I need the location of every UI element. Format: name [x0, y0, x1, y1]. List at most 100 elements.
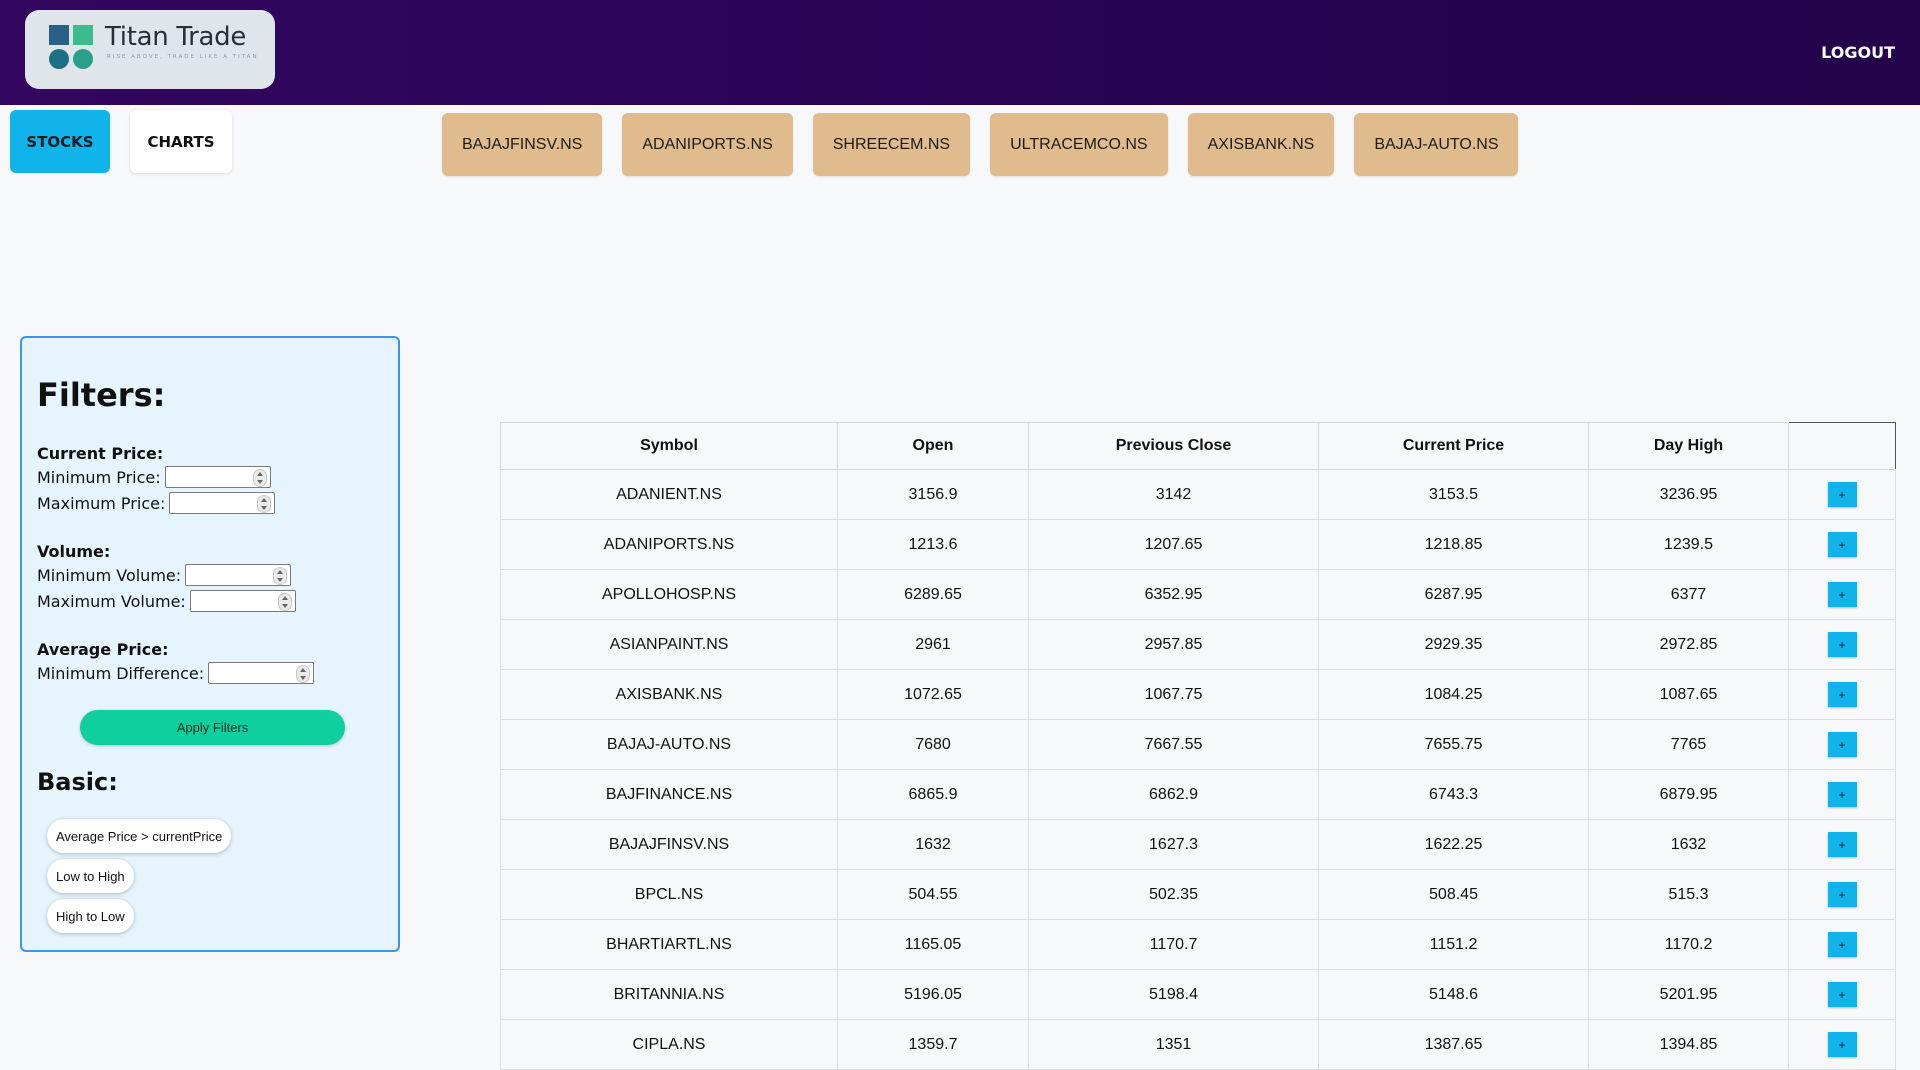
ticker-chip[interactable]: BAJAJFINSV.NS [442, 113, 603, 176]
cell-day-high: 6879.95 [1588, 769, 1789, 820]
ticker-chip[interactable]: ULTRACEMCO.NS [990, 113, 1168, 176]
min-volume-input[interactable] [185, 564, 292, 586]
cell-open: 1359.7 [837, 1019, 1029, 1070]
table-row[interactable]: BAJAJFINSV.NS 1632 1627.3 1622.25 1632 + [500, 819, 1896, 870]
cell-current-price: 3153.5 [1318, 469, 1589, 520]
stocks-table-wrapper: Symbol Open Previous Close Current Price… [500, 422, 1896, 1070]
cell-day-high: 2972.85 [1588, 619, 1789, 670]
cell-previous-close: 3142 [1028, 469, 1319, 520]
cell-symbol: BPCL.NS [500, 869, 838, 920]
cell-action: + [1788, 569, 1896, 620]
add-to-watchlist-button[interactable]: + [1827, 482, 1857, 507]
table-row[interactable]: BAJFINANCE.NS 6865.9 6862.9 6743.3 6879.95 + [500, 769, 1896, 820]
sort-avg-gt-current-button[interactable]: Average Price > currentPrice [47, 819, 232, 853]
spinner-icon[interactable] [257, 495, 272, 513]
cell-action: + [1788, 769, 1896, 820]
filters-title: Filters: [37, 376, 166, 414]
column-header-symbol[interactable]: Symbol [500, 422, 838, 470]
brand-name: Titan Trade [105, 22, 247, 52]
cell-symbol: BHARTIARTL.NS [500, 919, 838, 970]
table-row[interactable]: ASIANPAINT.NS 2961 2957.85 2929.35 2972.85 + [500, 619, 1896, 670]
table-row[interactable]: BPCL.NS 504.55 502.35 508.45 515.3 + [500, 869, 1896, 920]
min-volume-label: Minimum Volume: [37, 565, 182, 585]
cell-symbol: AXISBANK.NS [500, 669, 838, 720]
cell-current-price: 1218.85 [1318, 519, 1589, 570]
max-price-row: Maximum Price: [37, 492, 276, 514]
cell-previous-close: 1351 [1028, 1019, 1319, 1070]
cell-symbol: CIPLA.NS [500, 1019, 838, 1070]
table-row[interactable]: ADANIPORTS.NS 1213.6 1207.65 1218.85 1239.5 + [500, 519, 1896, 570]
cell-action: + [1788, 719, 1896, 770]
min-price-input[interactable] [164, 466, 271, 488]
tab-charts[interactable]: CHARTS [130, 110, 232, 173]
cell-symbol: BAJAJ-AUTO.NS [500, 719, 838, 770]
ticker-chip[interactable]: AXISBANK.NS [1187, 113, 1335, 176]
sort-high-to-low-button[interactable]: High to Low [47, 899, 134, 933]
sort-low-to-high-button[interactable]: Low to High [47, 859, 134, 893]
ticker-chip[interactable]: SHREECEM.NS [812, 113, 971, 176]
table-row[interactable]: BAJAJ-AUTO.NS 7680 7667.55 7655.75 7765 + [500, 719, 1896, 770]
cell-open: 1165.05 [837, 919, 1029, 970]
cell-current-price: 7655.75 [1318, 719, 1589, 770]
top-header: Titan Trade RISE ABOVE, TRADE LIKE A TIT… [0, 0, 1920, 105]
tab-stocks[interactable]: STOCKS [10, 110, 110, 173]
min-price-label: Minimum Price: [37, 467, 161, 487]
add-to-watchlist-button[interactable]: + [1827, 882, 1857, 907]
cell-action: + [1788, 669, 1896, 720]
add-to-watchlist-button[interactable]: + [1827, 982, 1857, 1007]
cell-open: 1213.6 [837, 519, 1029, 570]
cell-open: 1072.65 [837, 669, 1029, 720]
logout-button[interactable]: LOGOUT [1821, 43, 1895, 62]
cell-action: + [1788, 869, 1896, 920]
column-header-day-high[interactable]: Day High [1588, 422, 1789, 470]
spinner-icon[interactable] [273, 567, 288, 585]
cell-action: + [1788, 819, 1896, 870]
average-price-heading: Average Price: [37, 640, 169, 659]
add-to-watchlist-button[interactable]: + [1827, 682, 1857, 707]
ticker-chip-bar: BAJAJFINSV.NS ADANIPORTS.NS SHREECEM.NS … [442, 113, 1519, 176]
spinner-icon[interactable] [296, 665, 311, 683]
add-to-watchlist-button[interactable]: + [1827, 782, 1857, 807]
column-header-current-price[interactable]: Current Price [1318, 422, 1589, 470]
table-row[interactable]: AXISBANK.NS 1072.65 1067.75 1084.25 1087.65 + [500, 669, 1896, 720]
brand-logo[interactable]: Titan Trade RISE ABOVE, TRADE LIKE A TIT… [25, 10, 275, 89]
table-row[interactable]: ADANIENT.NS 3156.9 3142 3153.5 3236.95 + [500, 469, 1896, 520]
column-header-open[interactable]: Open [837, 422, 1029, 470]
table-row[interactable]: BRITANNIA.NS 5196.05 5198.4 5148.6 5201.95 + [500, 969, 1896, 1020]
max-volume-input[interactable] [189, 590, 296, 612]
table-row[interactable]: APOLLOHOSP.NS 6289.65 6352.95 6287.95 6377 + [500, 569, 1896, 620]
cell-open: 6289.65 [837, 569, 1029, 620]
cell-day-high: 3236.95 [1588, 469, 1789, 520]
ticker-chip[interactable]: ADANIPORTS.NS [622, 113, 793, 176]
apply-filters-button[interactable]: Apply Filters [80, 710, 345, 745]
add-to-watchlist-button[interactable]: + [1827, 732, 1857, 757]
add-to-watchlist-button[interactable]: + [1827, 932, 1857, 957]
add-to-watchlist-button[interactable]: + [1827, 832, 1857, 857]
max-price-label: Maximum Price: [37, 493, 166, 513]
max-volume-label: Maximum Volume: [37, 591, 186, 611]
cell-open: 1632 [837, 819, 1029, 870]
ticker-chip[interactable]: BAJAJ-AUTO.NS [1354, 113, 1519, 176]
cell-symbol: BAJFINANCE.NS [500, 769, 838, 820]
cell-day-high: 1394.85 [1588, 1019, 1789, 1070]
table-row[interactable]: BHARTIARTL.NS 1165.05 1170.7 1151.2 1170.2 + [500, 919, 1896, 970]
add-to-watchlist-button[interactable]: + [1827, 582, 1857, 607]
max-price-input[interactable] [169, 492, 276, 514]
add-to-watchlist-button[interactable]: + [1827, 632, 1857, 657]
cell-day-high: 1632 [1588, 819, 1789, 870]
brand-tagline: RISE ABOVE, TRADE LIKE A TITAN [107, 54, 259, 60]
table-row[interactable]: CIPLA.NS 1359.7 1351 1387.65 1394.85 + [500, 1019, 1896, 1070]
min-difference-input[interactable] [208, 662, 315, 684]
spinner-icon[interactable] [252, 469, 267, 487]
cell-previous-close: 1627.3 [1028, 819, 1319, 870]
cell-previous-close: 1067.75 [1028, 669, 1319, 720]
cell-previous-close: 2957.85 [1028, 619, 1319, 670]
column-header-actions [1788, 422, 1896, 470]
add-to-watchlist-button[interactable]: + [1827, 532, 1857, 557]
cell-symbol: BAJAJFINSV.NS [500, 819, 838, 870]
cell-previous-close: 1207.65 [1028, 519, 1319, 570]
add-to-watchlist-button[interactable]: + [1827, 1032, 1857, 1057]
column-header-previous-close[interactable]: Previous Close [1028, 422, 1319, 470]
cell-symbol: ADANIPORTS.NS [500, 519, 838, 570]
spinner-icon[interactable] [277, 593, 292, 611]
